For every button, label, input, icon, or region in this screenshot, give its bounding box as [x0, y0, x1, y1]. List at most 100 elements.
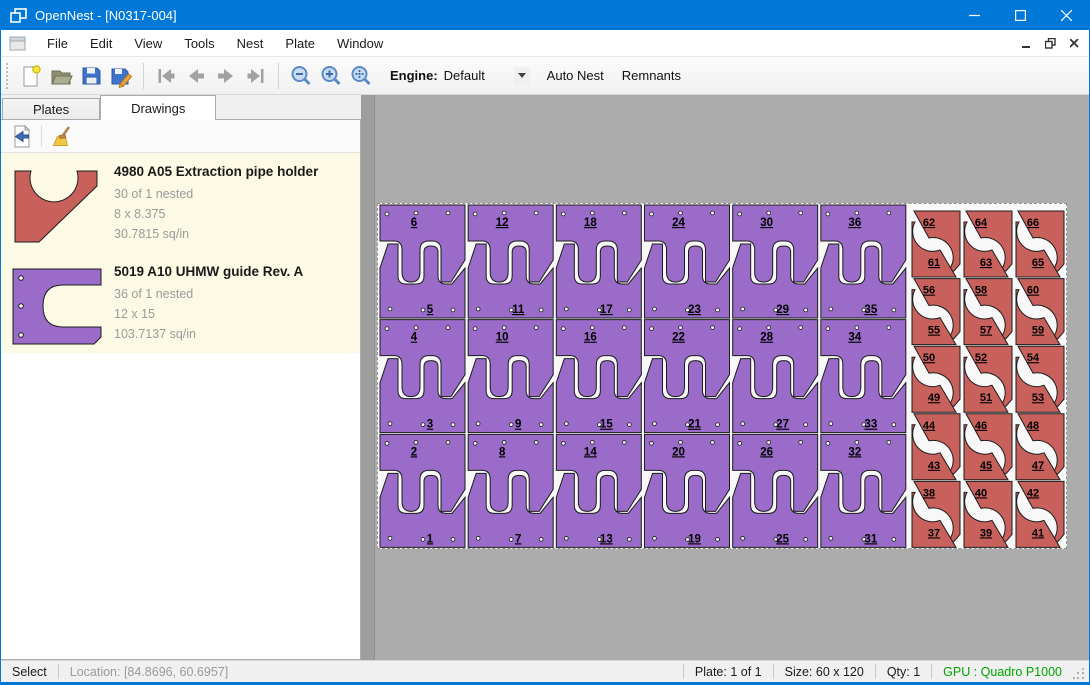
mdi-close-button[interactable]: [1070, 39, 1079, 48]
svg-text:55: 55: [928, 325, 940, 337]
nested-part-pair-purple[interactable]: 1615: [556, 320, 641, 433]
mdi-document-icon[interactable]: [9, 36, 26, 51]
nested-part-pair-red[interactable]: 4039: [964, 481, 1012, 547]
minimize-button[interactable]: [951, 0, 997, 30]
svg-text:5: 5: [427, 304, 434, 316]
nav-last-button[interactable]: [241, 61, 271, 91]
nav-first-icon: [154, 64, 178, 88]
zoom-fit-button[interactable]: [346, 61, 376, 91]
open-file-button[interactable]: [46, 61, 76, 91]
left-panel: Plates Drawings: [1, 95, 361, 660]
drawings-list: 4980 A05 Extraction pipe holder30 of 1 n…: [1, 153, 360, 353]
menu-item-edit[interactable]: Edit: [79, 32, 123, 55]
resize-grip[interactable]: [1073, 664, 1087, 680]
drawing-detail: 103.7137 sq/in: [114, 324, 303, 344]
nested-part-pair-purple[interactable]: 109: [468, 320, 553, 433]
nested-part-pair-purple[interactable]: 2019: [645, 434, 730, 547]
svg-text:14: 14: [584, 446, 597, 458]
svg-text:59: 59: [1032, 325, 1044, 337]
nested-part-pair-red[interactable]: 6463: [964, 211, 1012, 277]
menu-item-window[interactable]: Window: [326, 32, 394, 55]
nested-part-pair-purple[interactable]: 1817: [556, 205, 641, 318]
import-drawing-button[interactable]: [8, 123, 35, 150]
svg-text:53: 53: [1032, 392, 1044, 404]
nested-part-pair-purple[interactable]: 3029: [733, 205, 818, 318]
nested-part-pair-red[interactable]: 3837: [912, 481, 960, 547]
nested-part-pair-purple[interactable]: 2827: [733, 320, 818, 433]
nested-part-pair-purple[interactable]: 87: [468, 434, 553, 547]
menu-item-nest[interactable]: Nest: [226, 32, 275, 55]
nested-part-pair-red[interactable]: 6059: [1016, 279, 1064, 345]
zoom-in-button[interactable]: [316, 61, 346, 91]
save-as-button[interactable]: [106, 61, 136, 91]
svg-text:49: 49: [928, 392, 940, 404]
nested-part-pair-red[interactable]: 5049: [912, 346, 960, 412]
tab-strip: Plates Drawings: [1, 95, 361, 120]
plate[interactable]: 6512111817242330293635431091615222128273…: [377, 203, 1067, 549]
nested-part-pair-purple[interactable]: 21: [380, 434, 465, 547]
svg-text:8: 8: [499, 446, 506, 458]
menu-item-tools[interactable]: Tools: [173, 32, 225, 55]
drawing-list-item[interactable]: 5019 A10 UHMW guide Rev. A36 of 1 nested…: [1, 253, 360, 353]
remnants-button[interactable]: Remnants: [613, 63, 690, 88]
toolbar-grip[interactable]: [6, 63, 11, 89]
svg-text:54: 54: [1027, 352, 1040, 364]
menu-item-file[interactable]: File: [36, 32, 79, 55]
nested-part-pair-red[interactable]: 5857: [964, 279, 1012, 345]
nested-part-pair-red[interactable]: 6261: [912, 211, 960, 277]
nested-part-pair-purple[interactable]: 2221: [645, 320, 730, 433]
nested-part-pair-purple[interactable]: 3231: [821, 434, 906, 547]
tab-drawings[interactable]: Drawings: [100, 95, 216, 120]
svg-text:31: 31: [864, 533, 877, 545]
drawing-info: 4980 A05 Extraction pipe holder30 of 1 n…: [106, 159, 318, 247]
zoom-out-button[interactable]: [286, 61, 316, 91]
nested-part-pair-red[interactable]: 5655: [912, 279, 960, 345]
save-as-icon: [109, 64, 133, 88]
svg-text:57: 57: [980, 325, 992, 337]
nested-part-pair-red[interactable]: 6665: [1016, 211, 1064, 277]
drawings-toolbar: [1, 120, 360, 153]
nested-part-pair-purple[interactable]: 2423: [645, 205, 730, 318]
drawing-title: 5019 A10 UHMW guide Rev. A: [114, 264, 303, 279]
nest-canvas[interactable]: 6512111817242330293635431091615222128273…: [361, 95, 1089, 660]
drawing-list-item[interactable]: 4980 A05 Extraction pipe holder30 of 1 n…: [1, 153, 360, 253]
nested-part-pair-purple[interactable]: 43: [380, 320, 465, 433]
nested-part-pair-red[interactable]: 4645: [964, 414, 1012, 480]
save-button[interactable]: [76, 61, 106, 91]
nested-part-pair-purple[interactable]: 2625: [733, 434, 818, 547]
svg-text:39: 39: [980, 527, 992, 539]
chevron-down-icon[interactable]: [514, 67, 530, 85]
nested-part-pair-purple[interactable]: 1413: [556, 434, 641, 547]
nav-first-button[interactable]: [151, 61, 181, 91]
clear-drawings-button[interactable]: [48, 123, 75, 150]
auto-nest-button[interactable]: Auto Nest: [538, 63, 613, 88]
nav-next-button[interactable]: [211, 61, 241, 91]
nav-prev-icon: [184, 64, 208, 88]
mdi-restore-button[interactable]: [1045, 38, 1056, 49]
nested-part-pair-red[interactable]: 4443: [912, 414, 960, 480]
nav-next-icon: [214, 64, 238, 88]
nested-part-pair-purple[interactable]: 65: [380, 205, 465, 318]
mdi-minimize-button[interactable]: [1022, 39, 1031, 48]
engine-select[interactable]: Default: [444, 64, 530, 88]
tab-plates[interactable]: Plates: [2, 98, 100, 120]
svg-text:66: 66: [1027, 217, 1039, 229]
drawing-detail: 30.7815 sq/in: [114, 224, 318, 244]
close-button[interactable]: [1043, 0, 1089, 30]
maximize-button[interactable]: [997, 0, 1043, 30]
svg-text:28: 28: [760, 332, 773, 344]
nested-part-pair-red[interactable]: 4241: [1016, 481, 1064, 547]
nested-part-pair-red[interactable]: 5251: [964, 346, 1012, 412]
menu-item-plate[interactable]: Plate: [274, 32, 326, 55]
nested-part-pair-purple[interactable]: 3635: [821, 205, 906, 318]
nested-part-pair-purple[interactable]: 3433: [821, 320, 906, 433]
title-bar: OpenNest - [N0317-004]: [1, 0, 1089, 30]
nested-part-pair-red[interactable]: 4847: [1016, 414, 1064, 480]
svg-text:30: 30: [760, 217, 773, 229]
nested-part-pair-purple[interactable]: 1211: [468, 205, 553, 318]
nav-prev-button[interactable]: [181, 61, 211, 91]
svg-text:63: 63: [980, 257, 992, 269]
new-file-button[interactable]: [16, 61, 46, 91]
menu-item-view[interactable]: View: [123, 32, 173, 55]
nested-part-pair-red[interactable]: 54 53: [1016, 346, 1064, 412]
